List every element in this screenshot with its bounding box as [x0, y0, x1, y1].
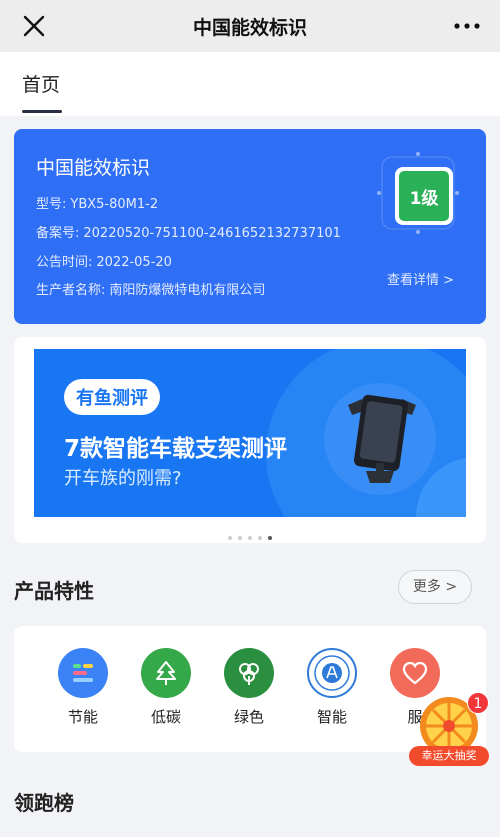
feature-label: 低碳	[150, 708, 181, 726]
energy-saving-icon	[58, 648, 108, 698]
green-leaf-icon	[224, 648, 274, 698]
energy-label-card[interactable]: 中国能效标识 型号: YBX5-80M1-2 备案号: 20220520-75110…	[14, 129, 486, 324]
feature-label: 智能	[316, 708, 347, 726]
banner-slide[interactable]: 有鱼测评 7款智能车载支架测评 开车族的刚需?	[34, 349, 466, 517]
carousel-dot[interactable]	[238, 536, 242, 540]
feature-energy-saving[interactable]: 节能	[53, 648, 113, 727]
features-more-button[interactable]: 更多 >	[398, 570, 472, 604]
lucky-draw-widget[interactable]: 1 幸运大抽奖	[409, 692, 489, 768]
date-label: 公告时间:	[36, 255, 93, 270]
tab-home[interactable]: 首页	[22, 70, 60, 97]
date-value: 2022-05-20	[96, 255, 172, 270]
page-title: 中国能效标识	[192, 17, 307, 39]
phone-holder-image-icon	[324, 383, 436, 495]
producer-row: 生产者名称: 南阳防爆微特电机有限公司	[36, 279, 269, 298]
carousel-dot[interactable]	[228, 536, 232, 540]
model-value: YBX5-80M1-2	[70, 197, 159, 212]
ai-smart-icon	[307, 648, 357, 698]
tab-active-indicator	[22, 110, 62, 113]
feature-green[interactable]: 绿色	[219, 648, 279, 727]
ranking-section-title: 领跑榜	[14, 791, 74, 815]
banner-carousel: 有鱼测评 7款智能车载支架测评 开车族的刚需?	[14, 337, 486, 543]
feature-label: 节能	[67, 708, 98, 726]
low-carbon-tree-icon	[141, 648, 191, 698]
producer-value: 南阳防爆微特电机有限公司	[109, 283, 266, 298]
carousel-indicator	[14, 525, 486, 544]
lucky-draw-label: 幸运大抽奖	[409, 746, 489, 766]
record-row: 备案号: 20220520-751100-2461652132737101	[36, 222, 345, 241]
model-label: 型号:	[36, 197, 67, 212]
record-value: 20220520-751100-2461652132737101	[83, 226, 341, 241]
feature-smart[interactable]: 智能	[302, 648, 362, 727]
energy-grade-value: 1级	[399, 171, 449, 221]
features-section-title: 产品特性	[14, 579, 94, 603]
banner-tag: 有鱼测评	[64, 379, 160, 415]
feature-label: 绿色	[233, 708, 264, 726]
model-row: 型号: YBX5-80M1-2	[36, 193, 162, 212]
producer-label: 生产者名称:	[36, 283, 106, 298]
feature-low-carbon[interactable]: 低碳	[136, 648, 196, 727]
heart-icon	[390, 648, 440, 698]
energy-grade-badge: 1级	[395, 167, 453, 225]
carousel-dot[interactable]	[258, 536, 262, 540]
more-dots-icon[interactable]	[452, 14, 482, 38]
tab-bar: 首页	[0, 52, 500, 116]
banner-headline: 7款智能车载支架测评	[64, 436, 288, 462]
record-label: 备案号:	[36, 226, 80, 241]
top-bar: 中国能效标识	[0, 0, 500, 52]
notification-badge: 1	[467, 692, 489, 714]
banner-subline: 开车族的刚需?	[64, 468, 182, 489]
carousel-dot[interactable]	[248, 536, 252, 540]
carousel-dot-active[interactable]	[268, 536, 272, 540]
card-title: 中国能效标识	[36, 157, 151, 179]
date-row: 公告时间: 2022-05-20	[36, 251, 176, 270]
view-details-link[interactable]: 查看详情 >	[387, 269, 454, 288]
